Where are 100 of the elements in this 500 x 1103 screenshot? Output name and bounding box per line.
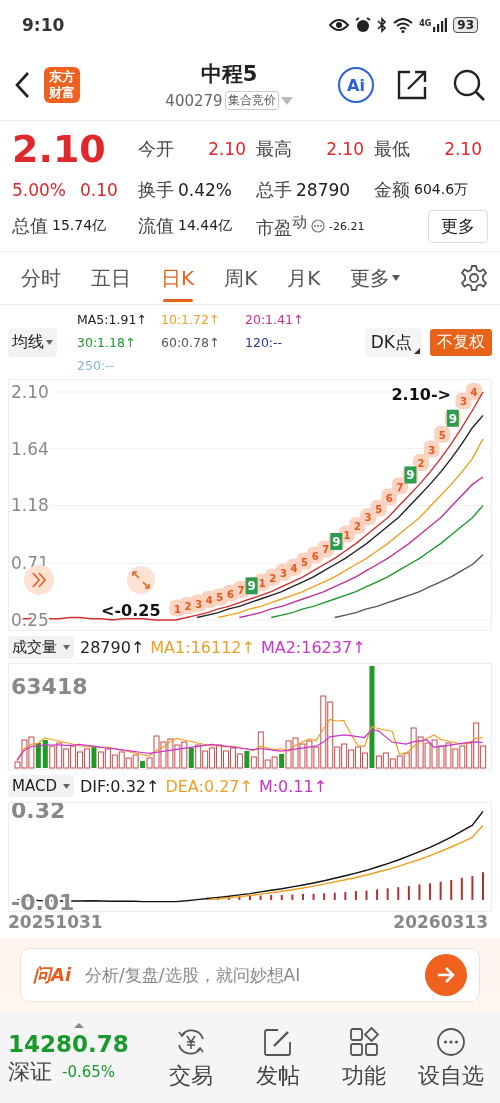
indicator-value: 28790↑: [80, 637, 145, 657]
nav-item[interactable]: 发帖: [234, 1026, 321, 1091]
macd-bar: [407, 885, 410, 901]
macd-bar: [206, 896, 209, 901]
macd-bar: [460, 876, 463, 901]
stat-label: 今开: [138, 137, 174, 161]
ma-selector[interactable]: 均线: [8, 327, 57, 357]
macd-bar: [429, 882, 432, 901]
nav-item[interactable]: 设自选: [407, 1026, 494, 1091]
macd-bar: [333, 891, 336, 901]
change-amount: 0.10: [80, 180, 118, 200]
send-button[interactable]: [425, 954, 467, 996]
sequence-count: 4: [205, 594, 213, 606]
y-axis-label: 63418: [11, 674, 88, 699]
index-name: 深证: [8, 1057, 52, 1086]
dk-button[interactable]: DK点: [364, 327, 422, 357]
sequence-count: 6: [385, 492, 393, 504]
more-dots-icon[interactable]: [311, 219, 325, 233]
macd-bar: [386, 887, 389, 901]
period-tab[interactable]: 分时: [12, 254, 70, 302]
period-tab[interactable]: 五日: [82, 254, 140, 302]
indicator-value: MA1:16112↑: [150, 637, 255, 657]
stock-code: 400279: [165, 91, 223, 110]
stat-value: 604.6万: [414, 181, 469, 199]
macd-bar: [291, 893, 294, 901]
sequence-nine-marker: 9: [330, 533, 343, 550]
stat-label: 总手: [256, 178, 292, 202]
end-date: 20260313: [393, 912, 488, 932]
macd-bar: [365, 889, 368, 901]
stat-value: 2.10: [444, 139, 482, 159]
macd-bar: [280, 893, 283, 901]
sequence-count: 1: [343, 529, 351, 541]
sequence-nine-marker: 9: [404, 466, 417, 484]
corner-icon: [414, 347, 420, 354]
sequence-count: 3: [428, 444, 436, 456]
nav-item[interactable]: 功能: [321, 1026, 408, 1091]
settings-icon[interactable]: [460, 264, 488, 292]
indicator-value: DEA:0.27↑: [165, 776, 253, 796]
expand-caret-icon[interactable]: [74, 1022, 84, 1028]
macd-bar: [344, 891, 347, 901]
macd-bar: [217, 896, 220, 901]
caret-icon: [392, 275, 401, 281]
indicator-selector[interactable]: 成交量: [8, 635, 74, 659]
macd-bar: [238, 895, 241, 901]
sequence-count: 6: [311, 550, 319, 562]
stock-name: 中程5: [200, 61, 258, 88]
indicator-value: DIF:0.32↑: [79, 776, 160, 796]
more-icon: [435, 1026, 466, 1057]
y-axis-label: 1.18: [11, 495, 49, 516]
sequence-count: 5: [375, 503, 383, 515]
macd-bar: [301, 892, 304, 901]
stat-label: 总值: [12, 214, 48, 238]
macd-bar: [323, 892, 326, 901]
caret-icon: [62, 783, 70, 789]
macd-bar: [312, 892, 315, 901]
edit-icon: [262, 1026, 293, 1057]
sequence-count: 2: [417, 458, 425, 470]
sequence-count: 6: [226, 588, 234, 600]
wifi-icon: [393, 17, 414, 33]
stat-label: 市盈$^{动}$: [256, 212, 307, 240]
share-icon[interactable]: [396, 69, 428, 101]
sequence-count: 4: [290, 562, 298, 574]
sequence-count: 5: [301, 556, 309, 568]
eye-icon: [329, 18, 350, 32]
search-icon[interactable]: [452, 68, 486, 102]
sequence-count: 3: [364, 512, 372, 524]
stat-label: 最低: [374, 137, 410, 161]
sequence-count: 7: [322, 544, 330, 556]
macd-bar: [270, 893, 273, 901]
macd-bar: [376, 888, 379, 901]
arrow-icon: [436, 966, 456, 984]
current-price: 2.10: [12, 127, 107, 171]
collapse-arrows-icon[interactable]: [127, 566, 155, 594]
period-tab[interactable]: 月K: [278, 254, 330, 302]
nav-item[interactable]: 交易: [148, 1026, 235, 1091]
stat-label: 流值: [138, 214, 174, 238]
macd-bar: [439, 880, 442, 901]
period-tab[interactable]: 周K: [215, 254, 267, 302]
stat-value: 0.42%: [178, 180, 232, 200]
sequence-count: 2: [184, 601, 192, 613]
more-button[interactable]: 更多: [428, 209, 488, 243]
app-logo: 东方财富: [44, 67, 80, 103]
status-time: 9:10: [22, 15, 65, 35]
y-axis-label: 1.64: [11, 438, 49, 459]
back-icon[interactable]: [14, 71, 30, 99]
ask-ai-input[interactable]: 分析/复盘/选股，就问妙想AI: [83, 964, 413, 986]
stat-label: 金额: [374, 178, 410, 202]
period-tab[interactable]: 更多: [341, 254, 410, 302]
indicator-selector[interactable]: MACD: [8, 775, 74, 797]
sequence-count: 2: [354, 520, 361, 532]
signal-icon: [433, 18, 448, 32]
macd-bar: [397, 886, 400, 901]
stat-label: 换手: [138, 178, 174, 202]
macd-bar: [471, 875, 474, 901]
ma-value: 60:0.78↑: [161, 334, 221, 350]
sequence-count: 3: [195, 598, 203, 610]
ma-value: MA5:1.91↑: [77, 311, 148, 327]
ask-ai-field[interactable]: 问Ai 分析/复盘/选股，就问妙想AI: [20, 948, 480, 1002]
stat-value: 2.10: [326, 139, 364, 159]
ai-button[interactable]: Ai: [338, 67, 374, 103]
